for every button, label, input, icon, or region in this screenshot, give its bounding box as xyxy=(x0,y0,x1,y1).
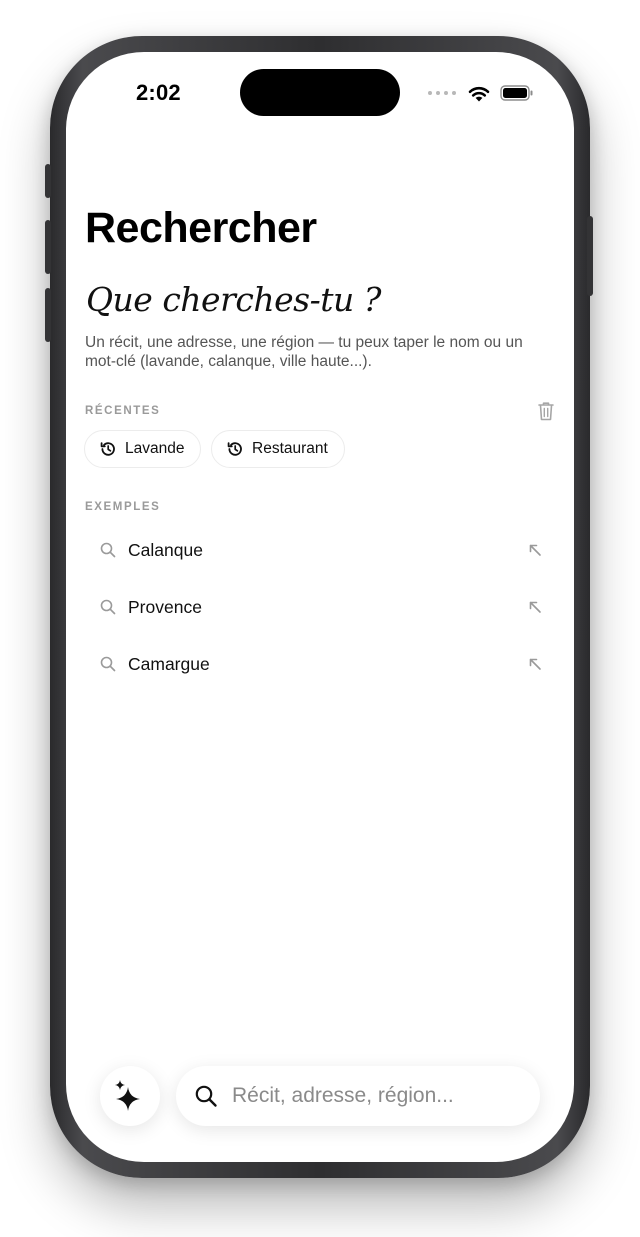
recent-chip-lavande[interactable]: Lavande xyxy=(84,430,202,468)
example-item-camargue[interactable]: Camargue xyxy=(100,644,542,684)
example-item-label: Camargue xyxy=(128,653,210,674)
volume-down-button xyxy=(45,288,51,342)
page-title: Rechercher xyxy=(85,204,317,252)
example-item-label: Calanque xyxy=(128,539,203,560)
status-icons xyxy=(428,80,534,106)
example-item-label: Provence xyxy=(128,596,202,617)
screen: 2:02 Rechercher Que cherches-tu ? Un réc… xyxy=(66,52,574,1162)
status-time: 2:02 xyxy=(136,80,181,105)
volume-up-button xyxy=(45,220,51,274)
sparkles-icon xyxy=(115,1080,140,1111)
assistant-button[interactable] xyxy=(100,1066,160,1126)
search-icon xyxy=(100,599,116,615)
search-icon xyxy=(100,656,116,672)
recent-chip-restaurant[interactable]: Restaurant xyxy=(211,430,345,468)
recent-section-label: RÉCENTES xyxy=(85,405,161,417)
action-button xyxy=(45,164,51,198)
arrow-up-left-icon[interactable] xyxy=(528,657,542,671)
cellular-dots-icon xyxy=(428,91,456,95)
example-item-calanque[interactable]: Calanque xyxy=(100,530,542,570)
arrow-up-left-icon[interactable] xyxy=(528,543,542,557)
search-icon xyxy=(195,1085,217,1107)
dynamic-island xyxy=(240,69,400,116)
history-icon xyxy=(227,442,242,456)
history-icon xyxy=(100,442,115,456)
search-icon xyxy=(100,542,116,558)
recent-chip-label: Lavande xyxy=(125,440,185,457)
wifi-icon xyxy=(468,86,490,101)
examples-section-label: EXEMPLES xyxy=(85,501,161,513)
battery-icon xyxy=(500,85,533,101)
power-button xyxy=(587,216,593,296)
trash-icon[interactable] xyxy=(536,400,556,422)
page-description: Un récit, une adresse, une région — tu p… xyxy=(85,334,523,370)
arrow-up-left-icon[interactable] xyxy=(528,600,542,614)
search-input[interactable] xyxy=(230,1083,524,1109)
search-bar[interactable] xyxy=(176,1066,540,1126)
recent-chip-label: Restaurant xyxy=(252,440,328,457)
example-item-provence[interactable]: Provence xyxy=(100,587,542,627)
prompt-title: Que cherches-tu ? xyxy=(86,280,381,319)
